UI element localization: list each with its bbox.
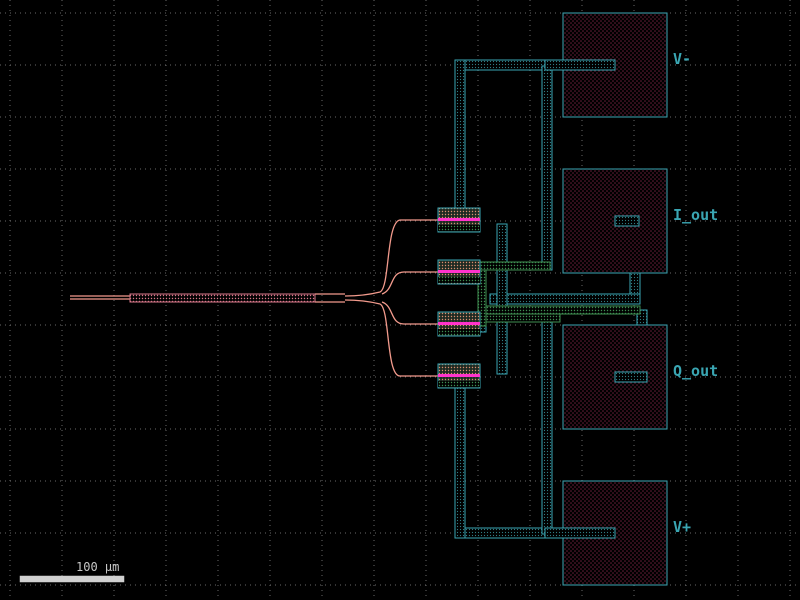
device-3: [437, 311, 481, 337]
stub-v-minus: [544, 59, 616, 71]
wire-v-plus-left-vertical: [454, 384, 466, 539]
wire-device-right-vertical: [496, 223, 508, 375]
stub-i-out: [614, 215, 640, 227]
stub-v-plus: [544, 527, 616, 539]
wire-v-minus-left-vertical: [454, 59, 466, 213]
scale-bar: 100 μm: [19, 560, 125, 583]
wire-v-plus-right-vertical: [541, 319, 553, 535]
waveguide-branch-3: [381, 301, 440, 325]
waveguide-branch-4: [379, 303, 440, 377]
wire-v-minus-right-vertical: [541, 65, 553, 271]
label-v-minus: V-: [673, 50, 691, 68]
device-2: [437, 259, 481, 285]
waveguide-input-taper: [70, 295, 130, 300]
device-4: [437, 363, 481, 389]
waveguide-mmi-section: [315, 291, 381, 305]
scale-bar-line: [19, 575, 125, 583]
label-v-plus: V+: [673, 518, 691, 536]
device-array: [437, 207, 481, 389]
layout-canvas: V- I_out Q_out V+ 100 μm: [0, 0, 800, 600]
label-i-out: I_out: [673, 206, 718, 224]
wire-i-out-horizontal: [489, 293, 641, 305]
label-q-out: Q_out: [673, 362, 718, 380]
optical-waveguide: [70, 219, 440, 377]
background-grid: [0, 0, 800, 600]
green-bus-lower: [479, 313, 561, 323]
waveguide-branch-1: [379, 219, 440, 293]
waveguide-branch-2: [381, 271, 440, 295]
pad-labels: V- I_out Q_out V+: [673, 50, 718, 536]
scale-bar-label: 100 μm: [76, 560, 119, 574]
stub-q-out: [614, 371, 648, 383]
layout-view: V- I_out Q_out V+ 100 μm: [0, 0, 800, 600]
green-bus-middle: [479, 305, 641, 315]
device-1: [437, 207, 481, 233]
waveguide-main-section: [129, 293, 316, 303]
